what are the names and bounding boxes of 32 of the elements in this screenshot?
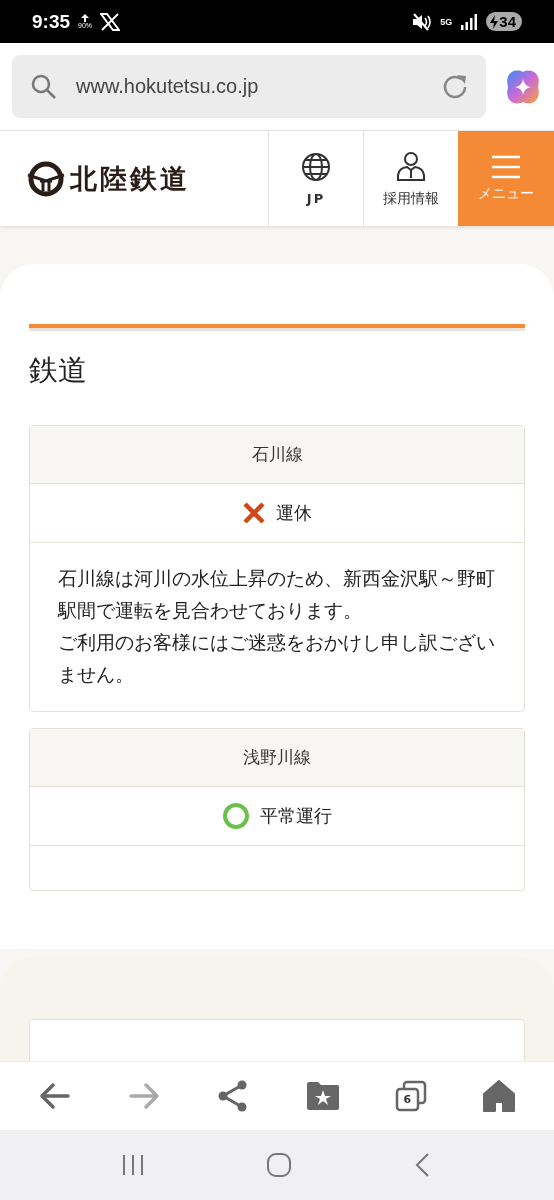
upload-arrow-icon — [80, 14, 91, 22]
mute-icon — [412, 12, 433, 31]
section-title: 鉄道 — [29, 352, 88, 389]
cross-icon — [242, 501, 266, 525]
globe-icon — [300, 151, 332, 183]
language-button[interactable]: JP — [268, 131, 363, 226]
address-bar[interactable]: www.hokutetsu.co.jp — [12, 55, 486, 118]
battery-indicator: 34 — [486, 12, 522, 31]
clock: 9:35 — [32, 10, 71, 33]
back-icon[interactable] — [38, 1081, 72, 1111]
recent-apps-icon[interactable] — [120, 1153, 145, 1177]
home-button-icon[interactable] — [266, 1152, 292, 1178]
person-icon — [395, 149, 427, 182]
network-indicator: 5G — [440, 16, 453, 27]
status-message: ご利用のお客様にはご迷惑をおかけし申し訳ございません。 — [58, 631, 496, 687]
line-name: 浅野川線 — [30, 729, 524, 787]
search-icon — [30, 72, 58, 101]
charging-icon — [489, 14, 500, 29]
signal-icon — [460, 13, 479, 30]
company-logo-text[interactable]: 北陸鉄道 — [70, 160, 190, 197]
url-text: www.hokutetsu.co.jp — [76, 75, 260, 98]
status-message: 石川線は河川の水位上昇のため、新西金沢駅～野町駅間で運転を見合わせております。 — [58, 567, 496, 623]
x-logo-icon — [100, 12, 121, 31]
circle-icon — [222, 802, 250, 830]
home-icon[interactable] — [481, 1080, 516, 1112]
company-emblem-icon — [26, 160, 66, 197]
status-text: 平常運行 — [260, 804, 332, 828]
bookmark-folder-icon[interactable] — [305, 1081, 340, 1111]
menu-icon — [490, 154, 522, 179]
line-name: 石川線 — [30, 426, 524, 484]
forward-icon[interactable] — [127, 1081, 162, 1111]
status-text: 運休 — [276, 501, 312, 525]
